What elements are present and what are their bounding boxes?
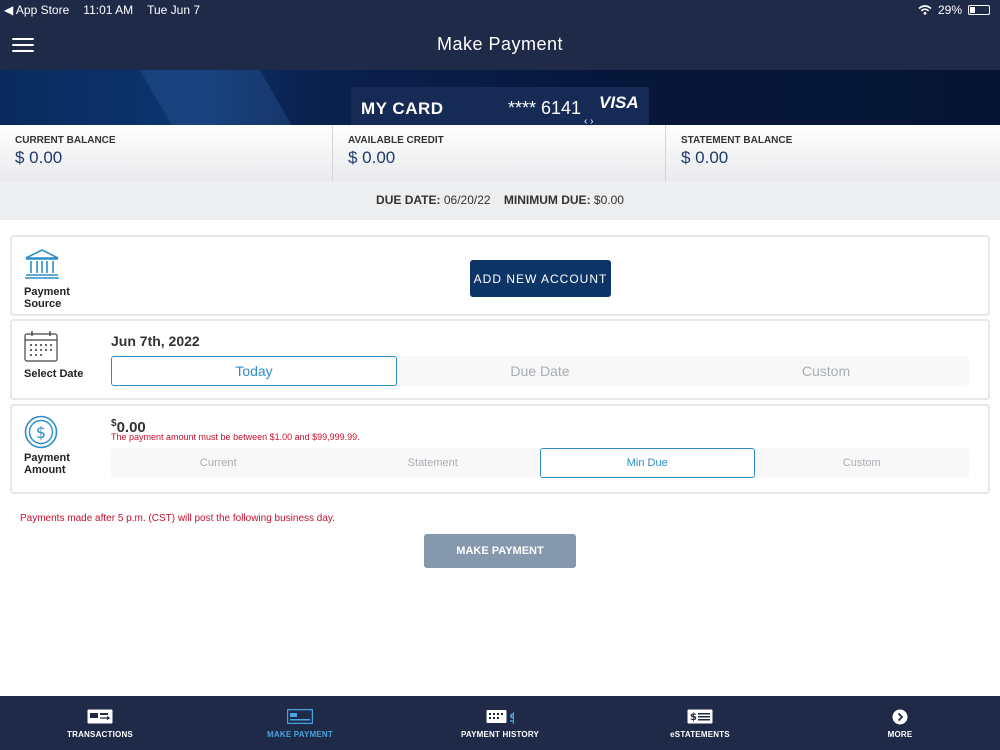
status-bar: ◀ App Store 11:01 AM Tue Jun 7 29%	[0, 3, 1000, 17]
nav-estatements[interactable]: $ eSTATEMENTS	[600, 696, 800, 750]
nav-make-payment-label: MAKE PAYMENT	[267, 730, 333, 739]
svg-text:$: $	[690, 712, 697, 723]
amount-option-custom[interactable]: Custom	[755, 448, 970, 478]
dollar-icon: $	[24, 415, 58, 449]
current-balance-value: $ 0.00	[15, 148, 63, 167]
available-credit-label: AVAILABLE CREDIT	[348, 135, 444, 146]
payment-history-icon: $	[486, 710, 514, 724]
nav-make-payment[interactable]: MAKE PAYMENT	[200, 696, 400, 750]
amount-option-statement[interactable]: Statement	[326, 448, 541, 478]
nav-payment-history[interactable]: $ PAYMENT HISTORY	[400, 696, 600, 750]
select-date-panel: Select Date Jun 7th, 2022 Today Due Date…	[10, 319, 990, 400]
due-info: DUE DATE: 06/20/22 MINIMUM DUE: $0.00	[0, 181, 1000, 220]
date-option-due-date[interactable]: Due Date	[397, 356, 683, 386]
nav-transactions-label: TRANSACTIONS	[67, 730, 133, 739]
battery-icon	[968, 5, 990, 15]
amount-option-group: Current Statement Min Due Custom	[111, 448, 969, 478]
page-title: Make Payment	[436, 34, 564, 54]
estatements-icon: $	[687, 709, 713, 724]
date-option-custom[interactable]: Custom	[683, 356, 969, 386]
card-name: MY CARD	[361, 99, 444, 118]
payment-amount-panel: $ Payment Amount $0.00 The payment amoun…	[10, 404, 990, 494]
amount-option-min-due[interactable]: Min Due	[540, 448, 755, 478]
bank-icon	[25, 249, 59, 279]
transactions-icon	[87, 709, 113, 724]
statement-balance: STATEMENT BALANCE $ 0.00	[666, 125, 999, 181]
current-balance: CURRENT BALANCE $ 0.00	[0, 125, 333, 181]
date-option-today[interactable]: Today	[111, 356, 397, 386]
payment-amount-error: The payment amount must be between $1.00…	[111, 432, 360, 442]
battery-percent: 29%	[937, 3, 962, 17]
calendar-icon	[24, 331, 58, 362]
statement-balance-value: $ 0.00	[681, 148, 729, 167]
selected-date: Jun 7th, 2022	[111, 333, 200, 349]
back-to-app-store[interactable]: ◀ App Store	[4, 3, 69, 17]
svg-text:$: $	[509, 711, 514, 724]
statement-balance-label: STATEMENT BALANCE	[681, 135, 793, 146]
amount-option-current[interactable]: Current	[111, 448, 326, 478]
make-payment-button[interactable]: MAKE PAYMENT	[424, 534, 576, 568]
minimum-due-label: MINIMUM DUE:	[503, 193, 591, 207]
top-bar: ◀ App Store 11:01 AM Tue Jun 7 29% Make …	[0, 0, 1000, 70]
balance-summary: CURRENT BALANCE $ 0.00 AVAILABLE CREDIT …	[0, 125, 1000, 181]
payment-source-label: Payment Source	[24, 286, 70, 310]
add-new-account-button[interactable]: ADD NEW ACCOUNT	[470, 260, 611, 297]
nav-estatements-label: eSTATEMENTS	[670, 730, 730, 739]
due-date-value: 06/20/22	[443, 193, 491, 207]
nav-payment-history-label: PAYMENT HISTORY	[460, 730, 540, 739]
visa-logo: VISA	[599, 93, 639, 112]
bottom-nav: TRANSACTIONS MAKE PAYMENT $ PAYMENT HIST…	[0, 696, 1000, 750]
select-date-label: Select Date	[24, 368, 84, 380]
available-credit: AVAILABLE CREDIT $ 0.00	[333, 125, 666, 181]
available-credit-value: $ 0.00	[348, 148, 396, 167]
due-date-label: DUE DATE:	[376, 193, 441, 207]
more-icon	[892, 709, 908, 724]
nav-transactions[interactable]: TRANSACTIONS	[0, 696, 200, 750]
svg-text:$: $	[36, 423, 46, 442]
wifi-icon	[918, 5, 932, 15]
card-number: **** 6141	[508, 98, 582, 118]
status-time: 11:01 AM	[83, 3, 134, 17]
current-balance-label: CURRENT BALANCE	[15, 135, 116, 146]
card-selector[interactable]: MY CARD **** 6141 VISA ‹ ›	[351, 87, 649, 127]
minimum-due-value: $0.00	[593, 193, 624, 207]
make-payment-icon	[287, 709, 313, 724]
date-option-group: Today Due Date Custom	[111, 356, 969, 386]
nav-more[interactable]: MORE	[800, 696, 1000, 750]
nav-more-label: MORE	[887, 730, 913, 739]
cutoff-notice: Payments made after 5 p.m. (CST) will po…	[20, 513, 335, 524]
payment-amount-label: Payment Amount	[24, 452, 70, 476]
payment-source-panel: Payment Source ADD NEW ACCOUNT	[10, 235, 990, 316]
status-date: Tue Jun 7	[147, 3, 201, 17]
